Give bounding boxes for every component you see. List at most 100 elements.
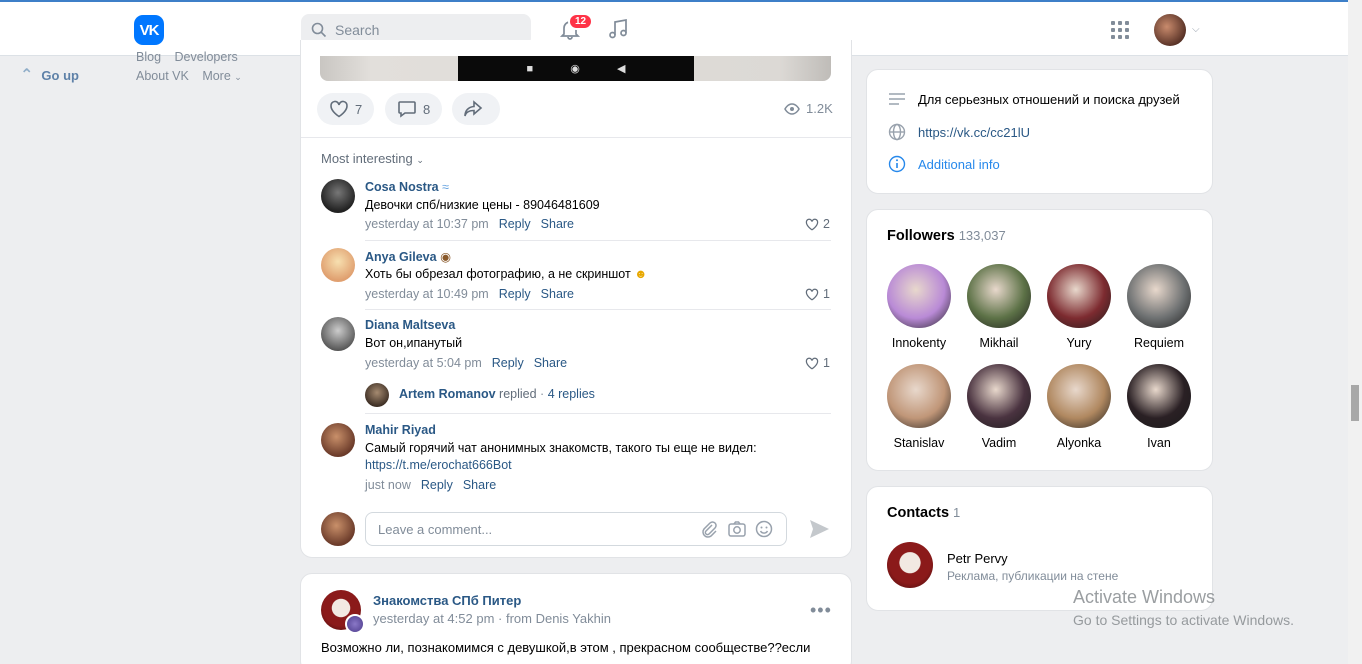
- vk-logo[interactable]: VK: [134, 15, 164, 45]
- more-options-icon[interactable]: •••: [810, 600, 832, 621]
- comment-placeholder: Leave a comment...: [378, 521, 493, 537]
- view-count: 1.2K: [784, 101, 833, 116]
- comment-link[interactable]: https://t.me/erochat666Bot: [365, 458, 512, 472]
- follower-item[interactable]: Innokenty: [879, 264, 959, 350]
- follower-avatar[interactable]: [967, 264, 1031, 328]
- follower-name[interactable]: Innokenty: [879, 336, 959, 350]
- share-link[interactable]: Share: [541, 287, 574, 301]
- blog-link[interactable]: Blog: [136, 50, 161, 64]
- profile-avatar[interactable]: [1154, 14, 1186, 46]
- share-link[interactable]: Share: [463, 478, 496, 492]
- url-row[interactable]: https://vk.cc/cc21lU: [888, 123, 1030, 141]
- avatar[interactable]: [321, 179, 355, 213]
- square-icon: ■: [526, 62, 534, 75]
- globe-icon: [888, 123, 906, 141]
- follower-avatar[interactable]: [967, 364, 1031, 428]
- scrollbar-thumb[interactable]: [1351, 385, 1359, 421]
- additional-info-link[interactable]: Additional info: [918, 157, 1000, 172]
- go-up-label: Go up: [41, 67, 79, 83]
- follower-avatar[interactable]: [1047, 364, 1111, 428]
- music-icon[interactable]: [606, 17, 630, 41]
- comment-text: Вот он,ипанутый: [365, 336, 463, 350]
- laughing-emoji-icon: ☻: [634, 267, 648, 281]
- notification-badge: 12: [568, 13, 594, 30]
- followers-title[interactable]: Followers 133,037: [887, 228, 1006, 244]
- more-link[interactable]: More ⌄: [202, 69, 242, 83]
- follower-name[interactable]: Vadim: [959, 436, 1039, 450]
- comment-like-button[interactable]: 1: [805, 287, 830, 301]
- contacts-title[interactable]: Contacts 1: [887, 505, 960, 521]
- avatar[interactable]: [365, 383, 389, 407]
- scrollbar-track[interactable]: [1348, 0, 1362, 664]
- avatar[interactable]: [321, 317, 355, 351]
- contact-name[interactable]: Petr Pervy: [947, 551, 1008, 566]
- post-from[interactable]: from Denis Yakhin: [506, 611, 611, 626]
- contact-role: Реклама, публикации на стене: [947, 569, 1119, 583]
- follower-item[interactable]: Ivan: [1119, 364, 1199, 450]
- comment-count: 8: [423, 101, 431, 117]
- avatar[interactable]: [321, 423, 355, 457]
- thread-replies-link[interactable]: Artem Romanov replied · 4 replies: [399, 387, 595, 401]
- sort-dropdown[interactable]: Most interesting ⌄: [321, 151, 424, 166]
- windows-watermark-sub: Go to Settings to activate Windows.: [1073, 612, 1294, 628]
- comment-input[interactable]: Leave a comment...: [365, 512, 787, 546]
- comment-like-button[interactable]: 1: [805, 356, 830, 370]
- about-link[interactable]: About VK: [136, 69, 189, 83]
- camera-icon[interactable]: [727, 520, 747, 538]
- follower-name[interactable]: Ivan: [1119, 436, 1199, 450]
- reply-button[interactable]: Reply: [499, 287, 531, 301]
- follower-avatar[interactable]: [1047, 264, 1111, 328]
- follower-item[interactable]: Alyonka: [1039, 364, 1119, 450]
- avatar[interactable]: [321, 248, 355, 282]
- comment-text: Самый горячий чат анонимных знакомств, т…: [365, 441, 757, 455]
- share-link[interactable]: Share: [541, 217, 574, 231]
- follower-name[interactable]: Yury: [1039, 336, 1119, 350]
- like-button[interactable]: 7: [317, 93, 375, 125]
- send-icon[interactable]: [808, 518, 830, 540]
- contacts-count: 1: [953, 505, 961, 520]
- comment-author[interactable]: Cosa Nostra ≈: [365, 180, 449, 194]
- follower-avatar[interactable]: [1127, 364, 1191, 428]
- follower-item[interactable]: Stanislav: [879, 364, 959, 450]
- chevron-down-icon: ⌄: [416, 155, 424, 165]
- follower-name[interactable]: Mikhail: [959, 336, 1039, 350]
- reply-button[interactable]: Reply: [421, 478, 453, 492]
- search-placeholder: Search: [335, 22, 380, 38]
- follower-name[interactable]: Alyonka: [1039, 436, 1119, 450]
- heart-icon: [330, 100, 348, 118]
- follower-item[interactable]: Requiem: [1119, 264, 1199, 350]
- eye-icon: [784, 102, 800, 115]
- url-link[interactable]: https://vk.cc/cc21lU: [918, 125, 1030, 140]
- comment-like-button[interactable]: 2: [805, 217, 830, 231]
- comment-author[interactable]: Mahir Riyad: [365, 423, 436, 437]
- developers-link[interactable]: Developers: [175, 50, 238, 64]
- apps-grid-icon[interactable]: [1110, 20, 1130, 40]
- additional-info-row[interactable]: Additional info: [888, 155, 1000, 173]
- paperclip-icon[interactable]: [700, 520, 718, 538]
- post-time[interactable]: yesterday at 4:52 pm: [373, 611, 494, 626]
- share-link[interactable]: Share: [534, 356, 567, 370]
- comment-author[interactable]: Diana Maltseva: [365, 318, 455, 332]
- circle-icon: ◉: [570, 63, 580, 75]
- follower-avatar[interactable]: [887, 264, 951, 328]
- follower-item[interactable]: Mikhail: [959, 264, 1039, 350]
- contact-avatar[interactable]: [887, 542, 933, 588]
- go-up-button[interactable]: ⌃ Go up: [20, 65, 79, 85]
- browser-top-line: [0, 0, 1362, 4]
- comment-button[interactable]: 8: [385, 93, 443, 125]
- comment-author[interactable]: Anya Gileva ◉: [365, 249, 451, 264]
- follower-item[interactable]: Yury: [1039, 264, 1119, 350]
- follower-name[interactable]: Requiem: [1119, 336, 1199, 350]
- follower-item[interactable]: Vadim: [959, 364, 1039, 450]
- chevron-down-icon[interactable]: ⌵: [1192, 24, 1200, 35]
- smile-icon[interactable]: [755, 520, 773, 538]
- reply-button[interactable]: Reply: [499, 217, 531, 231]
- follower-avatar[interactable]: [1127, 264, 1191, 328]
- follower-name[interactable]: Stanislav: [879, 436, 959, 450]
- share-button[interactable]: [452, 93, 500, 125]
- post-author[interactable]: Знакомства СПб Питер: [373, 593, 521, 608]
- wave-emoji-icon: ≈: [442, 180, 449, 194]
- follower-avatar[interactable]: [887, 364, 951, 428]
- author-avatar[interactable]: [345, 614, 365, 634]
- reply-button[interactable]: Reply: [492, 356, 524, 370]
